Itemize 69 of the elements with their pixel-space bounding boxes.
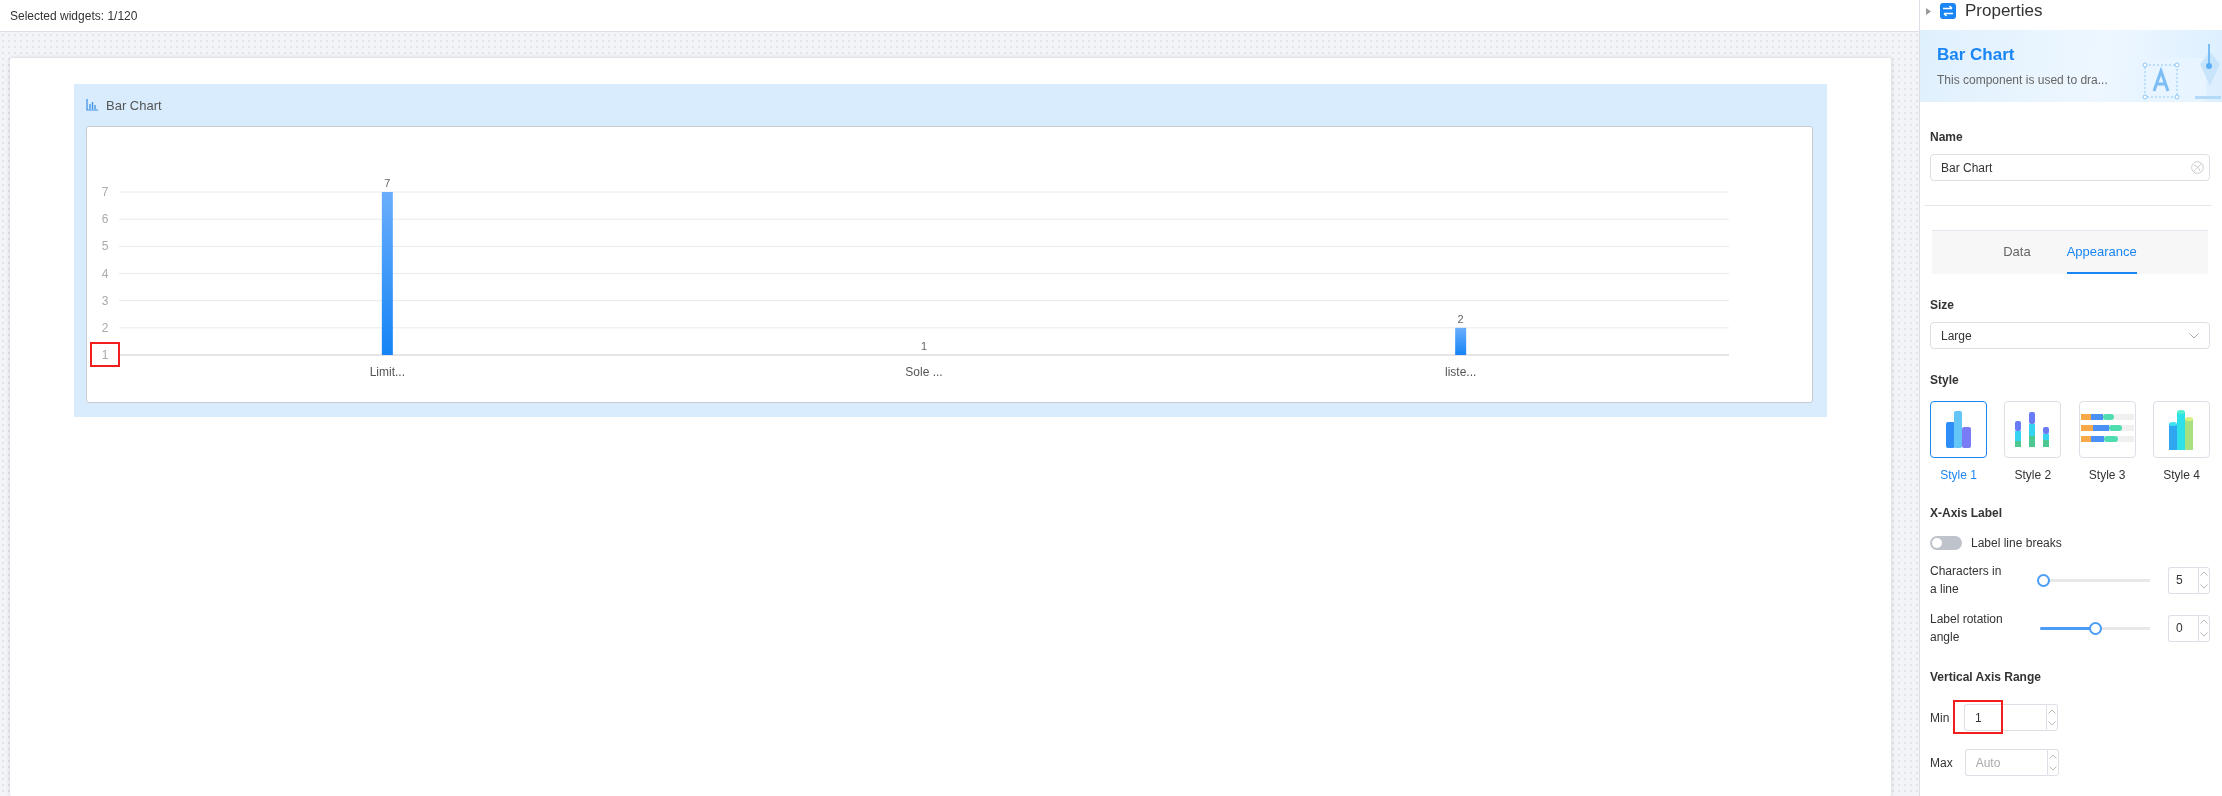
style-option-label: Style 4: [2163, 468, 2200, 482]
bar: [1455, 327, 1467, 355]
min-field[interactable]: 1: [1964, 704, 2046, 731]
style-option-label: Style 1: [1940, 468, 1977, 482]
swap-arrows-icon: [1940, 3, 1956, 19]
y-tick-label: 2: [101, 320, 109, 335]
widget-title: Bar Chart: [106, 97, 162, 113]
stepper[interactable]: [2198, 614, 2210, 642]
max-field[interactable]: Auto: [1964, 749, 2047, 776]
caret-icon[interactable]: [1926, 7, 1931, 15]
style-option-label: Style 3: [2088, 468, 2126, 482]
y-tick-label: 6: [101, 212, 109, 227]
data-label: 7: [384, 177, 391, 189]
slider-handle[interactable]: [2037, 573, 2051, 587]
y-tick-label: 5: [101, 239, 109, 254]
vertical-axis-range-label: Vertical Axis Range: [1930, 670, 2042, 684]
slider-handle[interactable]: [2089, 621, 2102, 635]
slider-label: Label rotation angle: [1930, 611, 2004, 646]
name-field[interactable]: Bar Chart: [1930, 154, 2210, 181]
style-option-label: Style 2: [2014, 468, 2052, 482]
number-field[interactable]: 5: [2168, 566, 2198, 594]
highlight-frame: [90, 342, 120, 367]
3d-bars-icon: [2169, 409, 2194, 450]
stepper[interactable]: [2046, 749, 2059, 776]
toggle-label: Label line breaks: [1971, 536, 2062, 550]
grouped-bars-icon: [1945, 411, 1972, 448]
name-label: Name: [1930, 130, 1964, 144]
slider-label: Characters in a line: [1930, 563, 2003, 598]
chevron-down-icon: [2189, 332, 2199, 339]
toggle-switch[interactable]: [1930, 536, 1962, 550]
stacked-bars-icon: [2014, 412, 2051, 447]
max-label: Max: [1930, 755, 1953, 770]
component-title: Bar Chart: [1937, 45, 2016, 65]
chevron-down-icon[interactable]: [2200, 583, 2208, 589]
bar-chart-icon: [86, 99, 98, 111]
stepper[interactable]: [2046, 704, 2058, 731]
y-tick-label: 3: [101, 293, 109, 308]
min-label: Min: [1930, 710, 1951, 725]
bar-chart-widget[interactable]: Bar Chart 1 2 3 4 5 6 7 7 1 2 Limit... Sole ... liste...: [74, 84, 1827, 417]
tab[interactable]: Data: [2003, 231, 2031, 274]
tab[interactable]: Appearance: [2066, 231, 2137, 274]
x-axis-label: Limit...: [369, 365, 405, 379]
size-label: Size: [1930, 298, 1955, 312]
style-label: Style: [1930, 373, 1960, 387]
number-field[interactable]: 0: [2168, 614, 2198, 642]
chevron-up-icon[interactable]: [2048, 753, 2057, 759]
y-tick-label: 1: [101, 348, 109, 362]
chevron-up-icon[interactable]: [2048, 708, 2056, 714]
x-axis-label: liste...: [1445, 365, 1477, 379]
highlight-frame: [1953, 700, 2003, 734]
chevron-down-icon[interactable]: [2048, 721, 2056, 727]
y-tick-label: 7: [101, 185, 109, 199]
chevron-up-icon[interactable]: [2200, 571, 2208, 577]
data-label: 1: [920, 340, 928, 352]
selected-widgets-count: Selected widgets: 1/120: [10, 8, 138, 23]
x-axis-label: Sole ...: [905, 365, 943, 379]
chevron-down-icon[interactable]: [2048, 766, 2057, 772]
clear-icon[interactable]: [2191, 161, 2204, 174]
page-card[interactable]: Bar Chart 1 2 3 4 5 6 7 7 1 2 Limit... Sole ... liste...: [10, 58, 1891, 796]
size-dropdown[interactable]: Large: [1930, 322, 2210, 349]
x-axis-label-heading: X-Axis Label: [1930, 506, 2004, 520]
stepper[interactable]: [2198, 566, 2210, 594]
style-option[interactable]: [1930, 401, 1987, 458]
data-label: 2: [1457, 312, 1464, 325]
chevron-down-icon[interactable]: [2200, 631, 2208, 637]
component-description: This component is used to dra...: [1937, 73, 2108, 87]
panel-title: Properties: [1965, 1, 2043, 21]
y-tick-label: 4: [101, 266, 109, 281]
chevron-up-icon[interactable]: [2200, 619, 2208, 625]
